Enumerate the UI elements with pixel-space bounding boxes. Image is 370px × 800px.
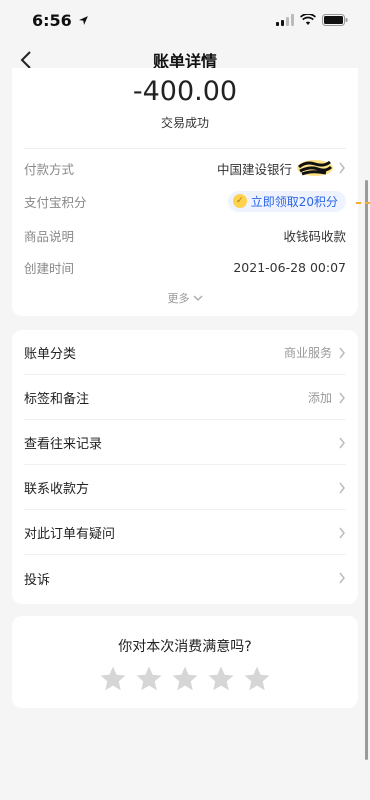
- menu-item-contact-payee[interactable]: 联系收款方: [24, 466, 346, 510]
- menu-right: [338, 527, 346, 539]
- satisfaction-card: 你对本次消费满意吗?: [12, 616, 358, 708]
- chevron-right-icon: [339, 572, 345, 584]
- menu-label: 账单分类: [24, 347, 77, 362]
- menu-value: 商业服务: [283, 346, 332, 360]
- menu-item-view-history[interactable]: 查看往来记录: [24, 421, 346, 465]
- menu-right: 商业服务: [284, 344, 346, 361]
- chevron-right-icon: [339, 482, 345, 493]
- menu-right: 添加: [308, 389, 346, 406]
- more-toggle[interactable]: 更多: [12, 290, 358, 306]
- menu-label: 对此订单有疑问: [24, 527, 116, 542]
- alipay-points-row: 支付宝积分 ✓ 立即领取20积分: [24, 189, 346, 213]
- transaction-card: -400.00 交易成功 付款方式 中国建设银行 支付宝积分 ✓ 立即领取20积…: [12, 68, 358, 316]
- transaction-status: 交易成功: [160, 116, 209, 130]
- star-icon[interactable]: [98, 664, 128, 694]
- status-bar: 6:56: [0, 0, 370, 40]
- menu-label: 查看往来记录: [24, 437, 103, 452]
- star-icon[interactable]: [206, 664, 236, 694]
- coin-icon: ✓: [232, 194, 247, 208]
- wifi-icon: [300, 14, 316, 25]
- menu-right: [338, 437, 346, 449]
- chevron-right-icon: [339, 437, 345, 448]
- menu-item-complaint[interactable]: 投诉: [24, 556, 346, 600]
- claim-points-label: 立即领取20积分: [250, 194, 338, 209]
- menu-value: 添加: [307, 391, 332, 405]
- claim-points-button[interactable]: ✓ 立即领取20积分: [227, 190, 346, 212]
- payment-method-value: 中国建设银行: [216, 161, 292, 177]
- star-icon[interactable]: [242, 664, 272, 694]
- menu-item-bill-category[interactable]: 账单分类 商业服务: [24, 331, 346, 375]
- detail-value: 2021-06-28 00:07: [233, 259, 346, 275]
- star-icon[interactable]: [134, 664, 164, 694]
- location-arrow-icon: [78, 15, 88, 25]
- chevron-right-icon: [339, 162, 345, 174]
- battery-icon: [322, 14, 348, 26]
- detail-label: 创建时间: [24, 260, 75, 276]
- detail-label: 支付宝积分: [24, 194, 87, 210]
- star-rating: [12, 664, 358, 694]
- detail-label: 商品说明: [24, 228, 75, 244]
- more-label: 更多: [167, 292, 190, 305]
- product-description-row: 商品说明 收钱码收款: [24, 223, 346, 247]
- detail-value: 中国建设银行: [217, 158, 346, 178]
- payment-method-row[interactable]: 付款方式 中国建设银行: [24, 156, 346, 180]
- transaction-amount: -400.00: [132, 76, 238, 107]
- chevron-right-icon: [339, 527, 345, 538]
- divider: [24, 148, 346, 149]
- menu-label: 投诉: [24, 572, 51, 588]
- chevron-right-icon: [339, 347, 345, 358]
- detail-value: 收钱码收款: [283, 228, 346, 244]
- chevron-down-icon: [193, 295, 202, 301]
- detail-label: 付款方式: [24, 161, 75, 177]
- back-chevron-icon: [20, 51, 31, 69]
- status-left: 6:56: [32, 11, 89, 30]
- created-time-row: 创建时间 2021-06-28 00:07: [24, 255, 346, 279]
- actions-card: 账单分类 商业服务 标签和备注 添加 查看往来记录 联系收款方 对此订单有疑问 …: [12, 330, 358, 604]
- scrollbar[interactable]: [365, 180, 368, 760]
- menu-label: 联系收款方: [24, 482, 90, 497]
- menu-right: [338, 482, 346, 494]
- menu-item-tags-notes[interactable]: 标签和备注 添加: [24, 376, 346, 420]
- redaction-scribble: [297, 160, 333, 176]
- status-time: 6:56: [32, 10, 72, 30]
- star-icon[interactable]: [170, 664, 200, 694]
- edge-indicator: [356, 202, 370, 204]
- menu-right: [338, 572, 346, 584]
- menu-label: 标签和备注: [24, 392, 90, 407]
- status-right: [276, 14, 348, 26]
- menu-item-order-question[interactable]: 对此订单有疑问: [24, 511, 346, 555]
- survey-question: 你对本次消费满意吗?: [118, 639, 252, 655]
- signal-icon: [276, 14, 294, 26]
- chevron-right-icon: [339, 392, 345, 403]
